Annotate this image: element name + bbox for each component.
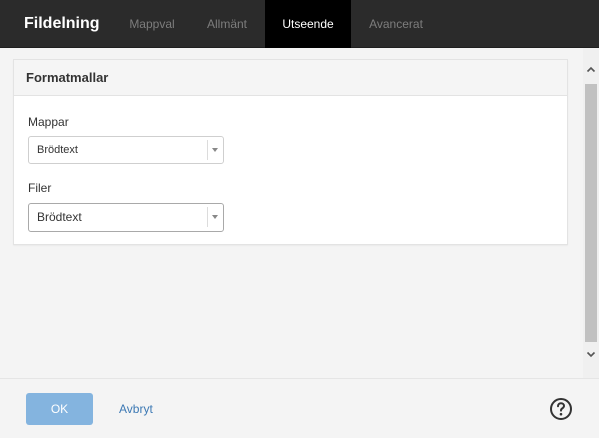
mappar-select-value: Brödtext (37, 144, 78, 156)
mappar-select[interactable]: Brödtext (28, 136, 224, 164)
scrollbar-thumb[interactable] (585, 84, 597, 342)
help-circle-icon[interactable] (549, 397, 573, 421)
cancel-link[interactable]: Avbryt (119, 393, 153, 425)
chevron-down-icon (207, 207, 223, 227)
tab-allmant[interactable]: Allmänt (195, 0, 259, 48)
mappar-label: Mappar (28, 115, 69, 129)
vertical-scrollbar[interactable] (583, 48, 599, 378)
filer-select-value: Brödtext (37, 210, 82, 224)
filer-label: Filer (28, 181, 52, 195)
formatmallar-panel: Formatmallar Mappar Brödtext Filer Brödt… (13, 59, 568, 245)
ok-button[interactable]: OK (26, 393, 93, 425)
tab-avancerat[interactable]: Avancerat (357, 0, 435, 48)
app-title: Fildelning (24, 15, 100, 32)
panel-header: Formatmallar (14, 60, 567, 96)
tab-mappval[interactable]: Mappval (117, 0, 187, 48)
top-navigation-bar: Fildelning Mappval Allmänt Utseende Avan… (0, 0, 599, 48)
chevron-down-icon (207, 140, 223, 160)
tab-utseende[interactable]: Utseende (265, 0, 351, 48)
panel-title: Formatmallar (26, 70, 109, 85)
scroll-down-arrow-icon[interactable] (583, 346, 599, 364)
scroll-up-arrow-icon[interactable] (583, 62, 599, 80)
content-area: Formatmallar Mappar Brödtext Filer Brödt… (0, 48, 583, 378)
dialog-footer: OK Avbryt (0, 378, 599, 438)
filer-select[interactable]: Brödtext (28, 203, 224, 232)
